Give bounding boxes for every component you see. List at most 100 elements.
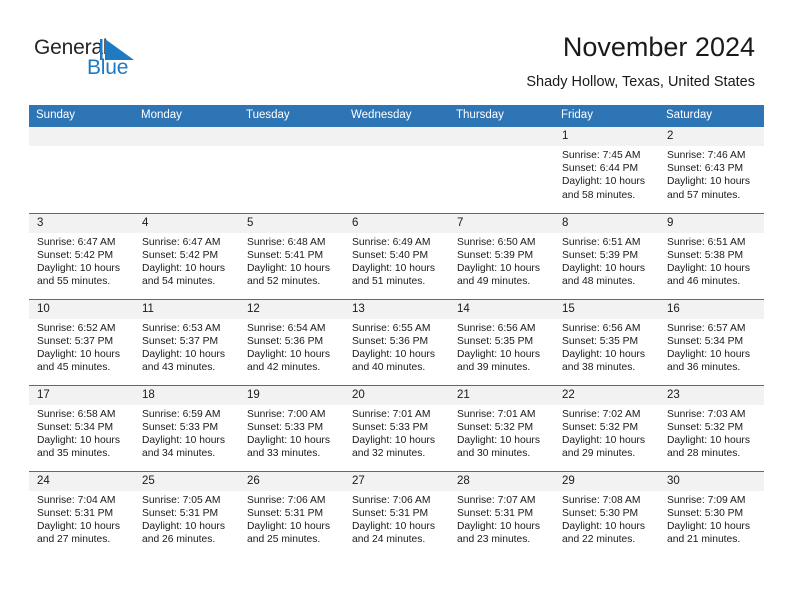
calendar-day-cell[interactable]: 8 Sunrise: 6:51 AM Sunset: 5:39 PM Daylight… [554, 212, 659, 299]
calendar-day-cell[interactable]: 1 Sunrise: 7:45 AM Sunset: 6:44 PM Daylight… [554, 127, 659, 213]
day-sun-info: Sunrise: 7:03 AM Sunset: 5:32 PM Daylight:… [659, 405, 764, 461]
sunset-text: Sunset: 6:44 PM [562, 163, 639, 175]
sunrise-text: Sunrise: 6:48 AM [247, 236, 326, 248]
day-number: 3 [29, 213, 134, 233]
calendar-day-cell-empty [344, 127, 449, 213]
daylight-text: Daylight: 10 hours and 24 minutes. [352, 520, 435, 546]
calendar-day-cell[interactable]: 2 Sunrise: 7:46 AM Sunset: 6:43 PM Daylight… [659, 127, 764, 213]
sunrise-text: Sunrise: 6:56 AM [457, 322, 536, 334]
day-number: 10 [29, 299, 134, 319]
calendar-day-cell[interactable]: 7 Sunrise: 6:50 AM Sunset: 5:39 PM Daylight… [449, 212, 554, 299]
calendar-day-cell[interactable]: 29 Sunrise: 7:08 AM Sunset: 5:30 PM Dayligh… [554, 470, 659, 557]
calendar-day-cell[interactable]: 23 Sunrise: 7:03 AM Sunset: 5:32 PM Dayligh… [659, 384, 764, 471]
sunrise-text: Sunrise: 7:01 AM [457, 408, 536, 420]
sunset-text: Sunset: 5:40 PM [352, 249, 429, 261]
sunrise-text: Sunrise: 6:56 AM [562, 322, 641, 334]
day-sun-info: Sunrise: 7:07 AM Sunset: 5:31 PM Daylight:… [449, 491, 554, 547]
sunset-text: Sunset: 5:38 PM [667, 249, 744, 261]
sunset-text: Sunset: 5:35 PM [562, 335, 639, 347]
day-number: 1 [554, 127, 659, 146]
calendar-day-cell[interactable]: 4 Sunrise: 6:47 AM Sunset: 5:42 PM Daylight… [134, 212, 239, 299]
sunrise-sunset-calendar-table: Sunday Monday Tuesday Wednesday Thursday… [29, 105, 764, 557]
day-sun-info: Sunrise: 7:04 AM Sunset: 5:31 PM Daylight:… [29, 491, 134, 547]
daylight-text: Daylight: 10 hours and 55 minutes. [37, 262, 120, 288]
calendar-day-cell[interactable]: 22 Sunrise: 7:02 AM Sunset: 5:32 PM Dayligh… [554, 384, 659, 471]
calendar-day-cell[interactable]: 13 Sunrise: 6:55 AM Sunset: 5:36 PM Dayligh… [344, 298, 449, 385]
day-sun-info: Sunrise: 7:06 AM Sunset: 5:31 PM Daylight:… [344, 491, 449, 547]
day-sun-info: Sunrise: 7:00 AM Sunset: 5:33 PM Daylight:… [239, 405, 344, 461]
calendar-day-cell[interactable]: 28 Sunrise: 7:07 AM Sunset: 5:31 PM Dayligh… [449, 470, 554, 557]
sunset-text: Sunset: 5:32 PM [667, 421, 744, 433]
sunset-text: Sunset: 5:31 PM [37, 507, 114, 519]
sunrise-text: Sunrise: 6:47 AM [142, 236, 221, 248]
day-number: 25 [134, 471, 239, 491]
calendar-day-cell[interactable]: 12 Sunrise: 6:54 AM Sunset: 5:36 PM Dayligh… [239, 298, 344, 385]
sunset-text: Sunset: 5:34 PM [37, 421, 114, 433]
day-number [449, 127, 554, 146]
day-sun-info: Sunrise: 6:58 AM Sunset: 5:34 PM Daylight:… [29, 405, 134, 461]
day-sun-info: Sunrise: 6:57 AM Sunset: 5:34 PM Daylight:… [659, 319, 764, 375]
sunset-text: Sunset: 5:31 PM [247, 507, 324, 519]
calendar-day-cell-empty [134, 127, 239, 213]
daylight-text: Daylight: 10 hours and 51 minutes. [352, 262, 435, 288]
page-subtitle: Shady Hollow, Texas, United States [526, 74, 755, 90]
day-sun-info: Sunrise: 6:56 AM Sunset: 5:35 PM Daylight:… [554, 319, 659, 375]
daylight-text: Daylight: 10 hours and 46 minutes. [667, 262, 750, 288]
calendar-day-cell[interactable]: 26 Sunrise: 7:06 AM Sunset: 5:31 PM Dayligh… [239, 470, 344, 557]
day-number: 20 [344, 385, 449, 405]
day-sun-info: Sunrise: 6:55 AM Sunset: 5:36 PM Daylight:… [344, 319, 449, 375]
day-sun-info: Sunrise: 6:56 AM Sunset: 5:35 PM Daylight:… [449, 319, 554, 375]
daylight-text: Daylight: 10 hours and 27 minutes. [37, 520, 120, 546]
sunrise-text: Sunrise: 7:04 AM [37, 494, 116, 506]
calendar-day-cell[interactable]: 10 Sunrise: 6:52 AM Sunset: 5:37 PM Dayligh… [29, 298, 134, 385]
sunset-text: Sunset: 5:36 PM [247, 335, 324, 347]
day-number: 28 [449, 471, 554, 491]
sunset-text: Sunset: 5:30 PM [667, 507, 744, 519]
calendar-day-cell[interactable]: 19 Sunrise: 7:00 AM Sunset: 5:33 PM Dayligh… [239, 384, 344, 471]
daylight-text: Daylight: 10 hours and 25 minutes. [247, 520, 330, 546]
calendar-day-cell[interactable]: 21 Sunrise: 7:01 AM Sunset: 5:32 PM Dayligh… [449, 384, 554, 471]
daylight-text: Daylight: 10 hours and 52 minutes. [247, 262, 330, 288]
calendar-day-cell-empty [449, 127, 554, 213]
calendar-day-cell[interactable]: 25 Sunrise: 7:05 AM Sunset: 5:31 PM Dayligh… [134, 470, 239, 557]
weekday-header-monday: Monday [134, 105, 239, 127]
calendar-day-cell[interactable]: 3 Sunrise: 6:47 AM Sunset: 5:42 PM Daylight… [29, 212, 134, 299]
calendar-day-cell[interactable]: 11 Sunrise: 6:53 AM Sunset: 5:37 PM Dayligh… [134, 298, 239, 385]
calendar-day-cell[interactable]: 5 Sunrise: 6:48 AM Sunset: 5:41 PM Daylight… [239, 212, 344, 299]
calendar-day-cell[interactable]: 6 Sunrise: 6:49 AM Sunset: 5:40 PM Daylight… [344, 212, 449, 299]
calendar-day-cell[interactable]: 17 Sunrise: 6:58 AM Sunset: 5:34 PM Dayligh… [29, 384, 134, 471]
daylight-text: Daylight: 10 hours and 26 minutes. [142, 520, 225, 546]
day-sun-info: Sunrise: 6:47 AM Sunset: 5:42 PM Daylight:… [134, 233, 239, 289]
sunrise-text: Sunrise: 6:51 AM [562, 236, 641, 248]
day-sun-info: Sunrise: 6:48 AM Sunset: 5:41 PM Daylight:… [239, 233, 344, 289]
sunrise-text: Sunrise: 6:52 AM [37, 322, 116, 334]
daylight-text: Daylight: 10 hours and 38 minutes. [562, 348, 645, 374]
sunset-text: Sunset: 5:31 PM [352, 507, 429, 519]
day-sun-info: Sunrise: 7:06 AM Sunset: 5:31 PM Daylight:… [239, 491, 344, 547]
daylight-text: Daylight: 10 hours and 58 minutes. [562, 176, 645, 201]
calendar-day-cell[interactable]: 24 Sunrise: 7:04 AM Sunset: 5:31 PM Dayligh… [29, 470, 134, 557]
calendar-day-cell[interactable]: 18 Sunrise: 6:59 AM Sunset: 5:33 PM Dayligh… [134, 384, 239, 471]
sunrise-text: Sunrise: 7:00 AM [247, 408, 326, 420]
calendar-day-cell[interactable]: 9 Sunrise: 6:51 AM Sunset: 5:38 PM Daylight… [659, 212, 764, 299]
daylight-text: Daylight: 10 hours and 42 minutes. [247, 348, 330, 374]
sunset-text: Sunset: 5:37 PM [37, 335, 114, 347]
daylight-text: Daylight: 10 hours and 36 minutes. [667, 348, 750, 374]
page-title: November 2024 [562, 32, 755, 62]
daylight-text: Daylight: 10 hours and 33 minutes. [247, 434, 330, 460]
daylight-text: Daylight: 10 hours and 30 minutes. [457, 434, 540, 460]
general-blue-logo[interactable]: General Blue [34, 36, 164, 86]
calendar-day-cell[interactable]: 27 Sunrise: 7:06 AM Sunset: 5:31 PM Dayligh… [344, 470, 449, 557]
calendar-day-cell[interactable]: 15 Sunrise: 6:56 AM Sunset: 5:35 PM Dayligh… [554, 298, 659, 385]
day-sun-info: Sunrise: 6:51 AM Sunset: 5:39 PM Daylight:… [554, 233, 659, 289]
calendar-week-row: 24 Sunrise: 7:04 AM Sunset: 5:31 PM Dayligh… [29, 470, 764, 557]
calendar-day-cell[interactable]: 30 Sunrise: 7:09 AM Sunset: 5:30 PM Dayligh… [659, 470, 764, 557]
calendar-day-cell[interactable]: 16 Sunrise: 6:57 AM Sunset: 5:34 PM Dayligh… [659, 298, 764, 385]
calendar-header-row: Sunday Monday Tuesday Wednesday Thursday… [29, 105, 764, 127]
sunrise-text: Sunrise: 7:01 AM [352, 408, 431, 420]
daylight-text: Daylight: 10 hours and 48 minutes. [562, 262, 645, 288]
calendar-day-cell[interactable]: 20 Sunrise: 7:01 AM Sunset: 5:33 PM Dayligh… [344, 384, 449, 471]
calendar-day-cell[interactable]: 14 Sunrise: 6:56 AM Sunset: 5:35 PM Dayligh… [449, 298, 554, 385]
day-number: 17 [29, 385, 134, 405]
sunrise-text: Sunrise: 6:47 AM [37, 236, 116, 248]
